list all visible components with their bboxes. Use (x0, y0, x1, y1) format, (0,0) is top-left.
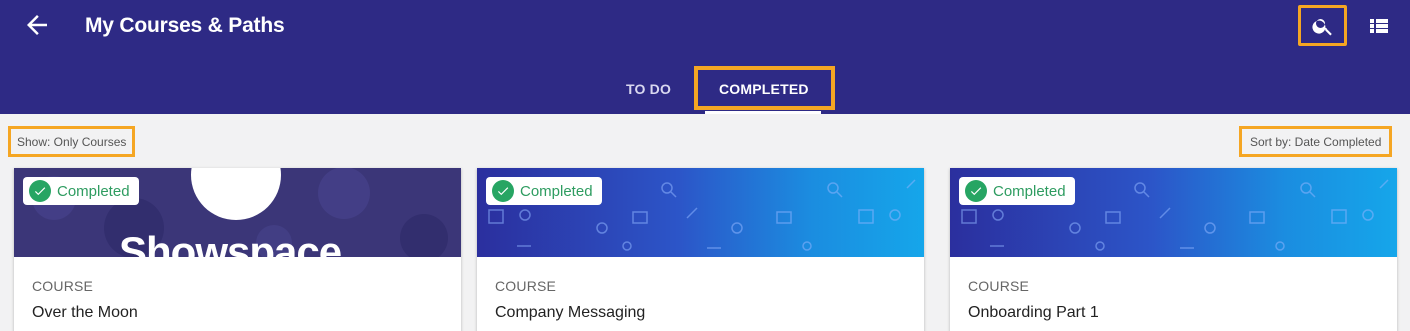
course-card[interactable]: Showspace Completed COURSE Over the Moon (14, 168, 461, 331)
status-badge: Completed (486, 177, 602, 205)
status-label: Completed (57, 182, 130, 200)
show-filter-button[interactable]: Show: Only Courses (8, 126, 136, 157)
search-button[interactable] (1298, 5, 1347, 46)
check-circle-icon (492, 180, 514, 202)
sort-button[interactable]: Sort by: Date Completed (1239, 126, 1393, 157)
card-type-label: COURSE (968, 278, 1030, 294)
status-label: Completed (520, 182, 593, 200)
status-badge: Completed (23, 177, 139, 205)
card-title: Company Messaging (495, 304, 646, 321)
banner-text: Showspace (119, 228, 342, 257)
course-card[interactable]: Completed COURSE Onboarding Part 1 (950, 168, 1397, 331)
back-button[interactable] (22, 10, 52, 40)
list-view-icon (1370, 19, 1388, 33)
check-circle-icon (29, 180, 51, 202)
app-bar: My Courses & Paths TO DO COMPLETED (0, 0, 1410, 114)
status-badge: Completed (959, 177, 1075, 205)
card-type-label: COURSE (495, 278, 557, 294)
card-title: Over the Moon (32, 304, 138, 321)
tab-completed[interactable]: COMPLETED (719, 81, 809, 97)
course-card[interactable]: Completed COURSE Company Messaging (477, 168, 924, 331)
sort-label: Sort by: Date Completed (1250, 134, 1382, 149)
check-circle-icon (965, 180, 987, 202)
search-icon (1311, 18, 1332, 35)
show-filter-label: Show: Only Courses (17, 134, 127, 149)
active-tab-indicator (705, 111, 821, 114)
card-title: Onboarding Part 1 (968, 304, 1099, 321)
status-label: Completed (993, 182, 1066, 200)
list-view-button[interactable] (1367, 14, 1391, 38)
tab-to-do[interactable]: TO DO (626, 81, 671, 97)
page-title: My Courses & Paths (85, 14, 285, 37)
card-type-label: COURSE (32, 278, 94, 294)
arrow-left-icon (27, 15, 47, 35)
